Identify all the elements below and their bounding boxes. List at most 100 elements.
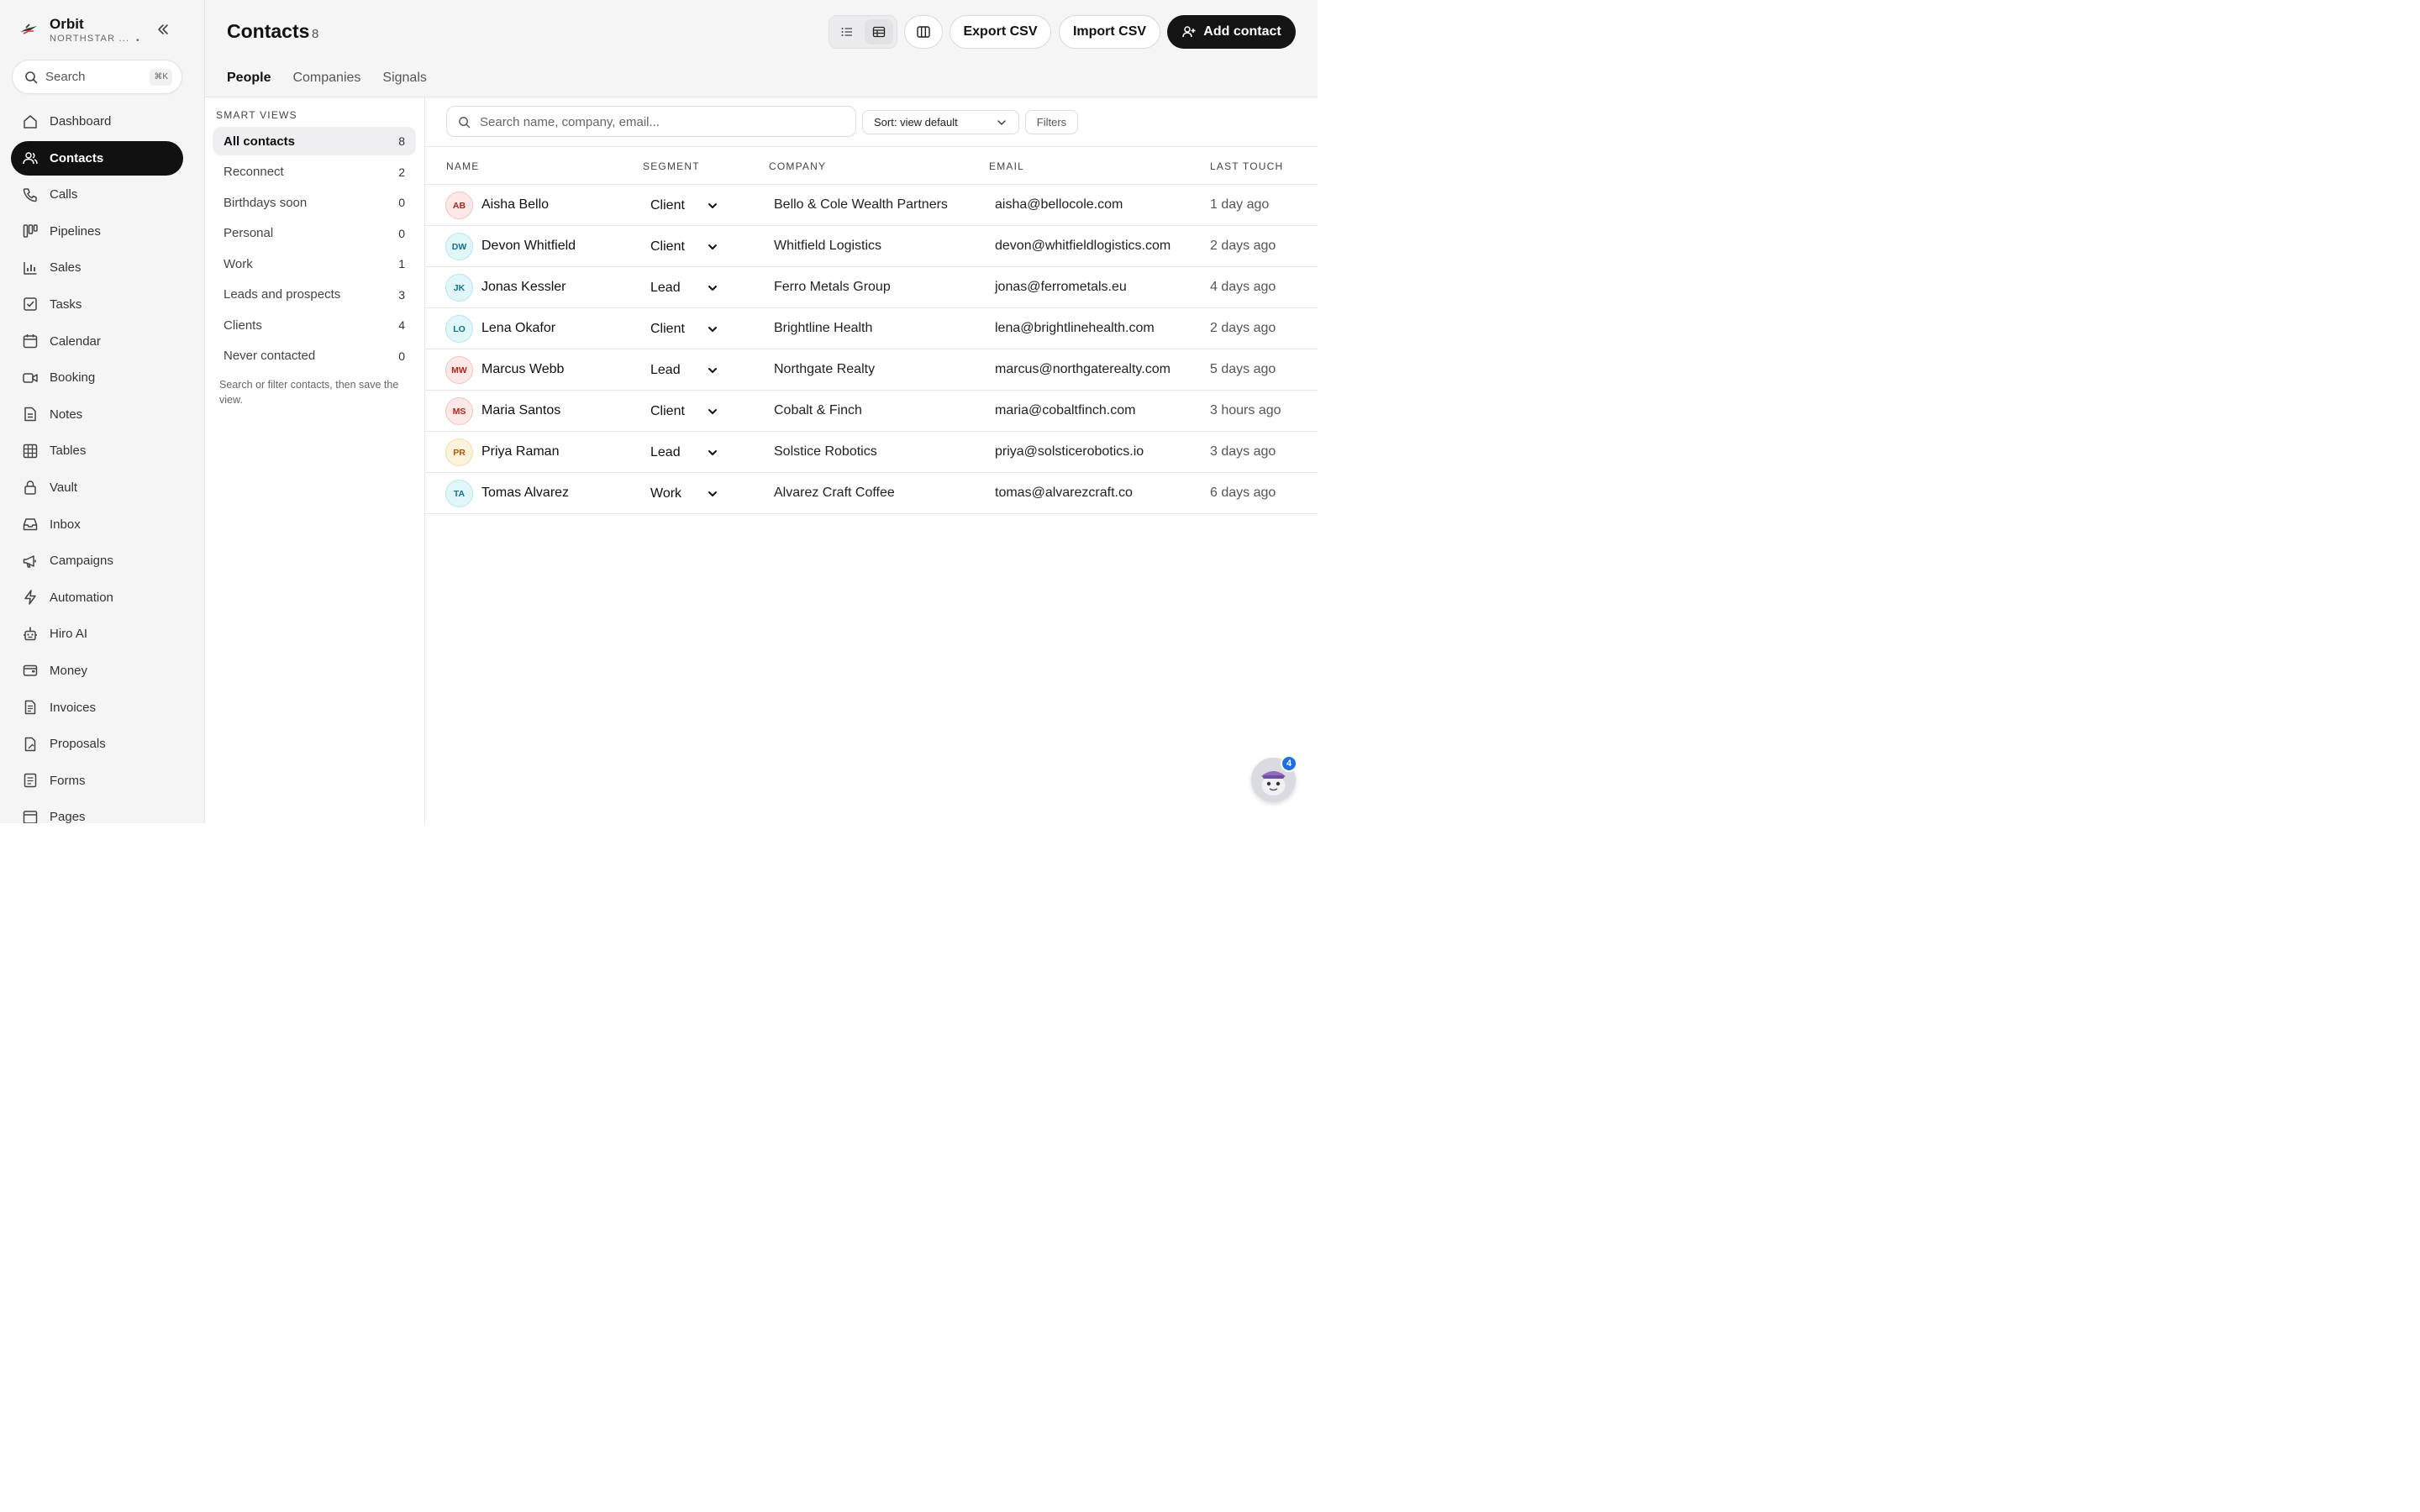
table-row[interactable]: JK Jonas Kessler Lead Ferro Metals Group jon… [425,267,1318,308]
chevron-down-icon[interactable] [708,365,718,375]
add-user-icon [1181,24,1197,39]
sidebar-item-booking[interactable]: Booking [11,360,183,395]
chevron-down-icon[interactable] [708,407,718,417]
sort-select[interactable]: Sort: view default [862,110,1019,134]
sidebar-nav: Dashboard Contacts Calls Pipelines Sales Task… [11,104,183,823]
contact-email: jonas@ferrometals.eu [995,280,1127,294]
smart-view-item[interactable]: Birthdays soon 0 [213,188,416,217]
column-header-company[interactable]: COMPANY [769,160,826,172]
contact-email: lena@brightlinehealth.com [995,321,1155,335]
smart-view-item[interactable]: Personal 0 [213,219,416,248]
contact-company: Brightline Health [774,321,873,335]
add-contact-button[interactable]: Add contact [1167,15,1296,49]
contact-company: Solstice Robotics [774,444,877,459]
contact-name[interactable]: Tomas Alvarez [481,486,569,501]
sidebar-item-vault[interactable]: Vault [11,470,183,505]
columns-button[interactable] [904,15,943,49]
tab-companies[interactable]: Companies [292,71,360,97]
contact-last-touch: 2 days ago [1210,321,1276,335]
contact-name[interactable]: Marcus Webb [481,362,564,377]
table-view-button[interactable] [865,19,893,45]
table-row[interactable]: DW Devon Whitfield Client Whitfield Logisti… [425,226,1318,267]
sidebar-item-label: Hiro AI [50,627,88,642]
contacts-search-input[interactable] [480,112,841,132]
list-view-button[interactable] [833,19,861,45]
smart-view-item[interactable]: Clients 4 [213,311,416,339]
export-csv-button[interactable]: Export CSV [950,15,1051,49]
chevron-down-icon[interactable] [708,283,718,293]
sidebar-item-inbox[interactable]: Inbox [11,507,183,542]
robot-icon [22,626,39,643]
table-row[interactable]: AB Aisha Bello Client Bello & Cole Wealth P… [425,185,1318,226]
segment-select[interactable]: Client [650,198,685,213]
contact-company: Cobalt & Finch [774,403,862,417]
segment-select[interactable]: Lead [650,363,681,378]
contact-name[interactable]: Lena Okafor [481,321,555,336]
sidebar-item-invoices[interactable]: Invoices [11,690,183,725]
filters-button[interactable]: Filters [1025,110,1078,134]
column-header-name[interactable]: NAME [446,160,479,172]
video-icon [22,370,39,386]
sidebar-item-proposals[interactable]: Proposals [11,727,183,761]
avatar: MW [445,356,473,384]
sidebar-item-calls[interactable]: Calls [11,177,183,212]
tab-people[interactable]: People [227,71,271,97]
segment-select[interactable]: Lead [650,445,681,460]
tab-signals[interactable]: Signals [382,71,426,97]
sidebar-item-pipelines[interactable]: Pipelines [11,214,183,249]
column-header-segment[interactable]: SEGMENT [643,160,700,172]
sidebar-item-automation[interactable]: Automation [11,580,183,615]
sidebar-item-notes[interactable]: Notes [11,397,183,432]
segment-select[interactable]: Client [650,239,685,255]
sidebar-item-tasks[interactable]: Tasks [11,287,183,322]
segment-select[interactable]: Client [650,322,685,337]
segment-select[interactable]: Lead [650,281,681,296]
chevron-down-icon [997,118,1007,128]
sidebar-item-hiro-ai[interactable]: Hiro AI [11,617,183,651]
segment-select[interactable]: Client [650,404,685,419]
segment-select[interactable]: Work [650,486,681,501]
sidebar-search[interactable]: Search ⌘K [12,60,182,94]
table-row[interactable]: PR Priya Raman Lead Solstice Robotics priya@… [425,432,1318,473]
sidebar-item-sales[interactable]: Sales [11,250,183,285]
invoice-icon [22,699,39,716]
contact-name[interactable]: Devon Whitfield [481,239,576,254]
chevron-down-icon[interactable] [708,201,718,211]
table-row[interactable]: TA Tomas Alvarez Work Alvarez Craft Coffee t… [425,473,1318,514]
smart-view-item[interactable]: Never contacted 0 [213,342,416,370]
sidebar-item-dashboard[interactable]: Dashboard [11,104,183,139]
smart-view-item[interactable]: Reconnect 2 [213,158,416,186]
sidebar-item-money[interactable]: Money [11,654,183,688]
table-row[interactable]: MS Maria Santos Client Cobalt & Finch maria@… [425,391,1318,432]
column-header-last-touch[interactable]: LAST TOUCH [1210,160,1283,172]
smart-view-label: Work [224,256,253,271]
smart-view-label: Reconnect [224,165,284,179]
table-row[interactable]: MW Marcus Webb Lead Northgate Realty marcus@… [425,349,1318,391]
sidebar-item-forms[interactable]: Forms [11,764,183,798]
sidebar-item-campaigns[interactable]: Campaigns [11,543,183,578]
chevron-down-icon[interactable] [708,242,718,252]
view-mode-toggle [829,15,897,49]
sidebar-item-calendar[interactable]: Calendar [11,324,183,359]
import-csv-button[interactable]: Import CSV [1059,15,1160,49]
chevron-down-icon[interactable] [708,489,718,499]
contact-name[interactable]: Jonas Kessler [481,280,566,295]
table-row[interactable]: LO Lena Okafor Client Brightline Health lena… [425,308,1318,349]
sidebar-item-label: Tables [50,444,87,459]
contact-name[interactable]: Aisha Bello [481,197,549,213]
orbit-logo-icon [18,20,39,40]
contact-email: maria@cobaltfinch.com [995,403,1136,417]
chevron-down-icon[interactable] [708,448,718,458]
column-header-email[interactable]: EMAIL [989,160,1024,172]
smart-view-item[interactable]: All contacts 8 [213,127,416,155]
contact-last-touch: 6 days ago [1210,486,1276,500]
collapse-sidebar-icon[interactable] [154,20,172,39]
sidebar-item-contacts[interactable]: Contacts [11,140,183,176]
smart-view-item[interactable]: Leads and prospects 3 [213,281,416,309]
smart-view-item[interactable]: Work 1 [213,249,416,278]
sidebar-item-tables[interactable]: Tables [11,433,183,468]
contact-name[interactable]: Priya Raman [481,444,559,459]
chevron-down-icon[interactable] [708,324,718,334]
contact-name[interactable]: Maria Santos [481,403,560,418]
sidebar-item-pages[interactable]: Pages [11,800,183,823]
